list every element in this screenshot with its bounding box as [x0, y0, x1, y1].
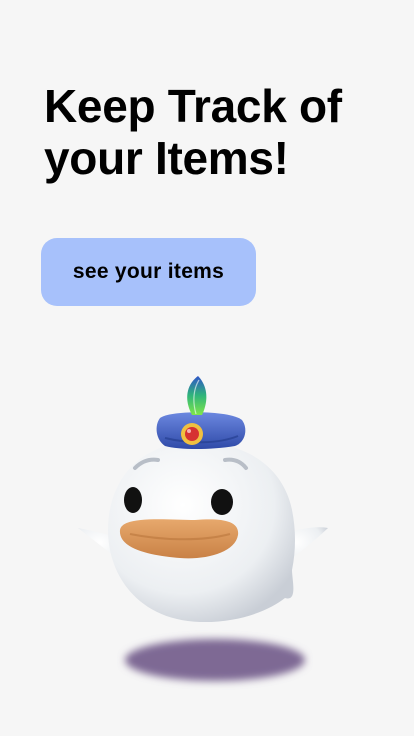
ghost-mascot-icon [78, 376, 328, 681]
mascot-shadow [125, 639, 305, 681]
headline-line-2: your Items! [44, 132, 289, 184]
see-your-items-button[interactable]: see your items [41, 238, 256, 306]
headline-line-1: Keep Track of [44, 80, 342, 132]
page-title: Keep Track of your Items! [44, 80, 384, 184]
